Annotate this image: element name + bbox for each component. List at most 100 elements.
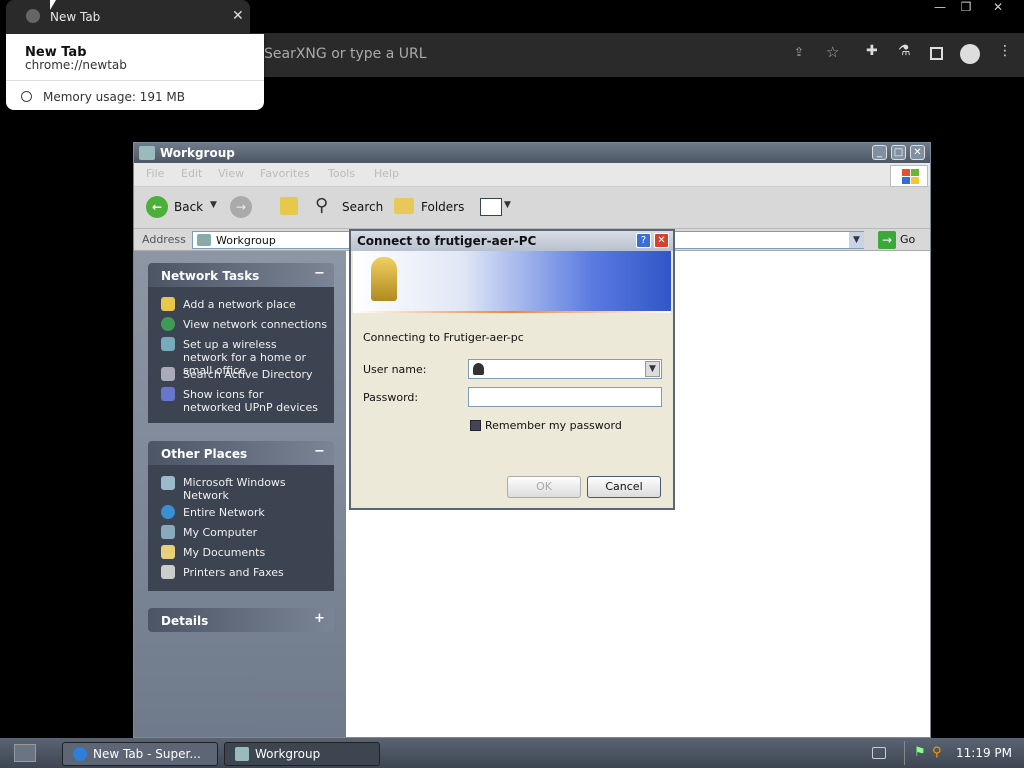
username-label: User name: [363, 363, 427, 376]
menu-bar: File Edit View Favorites Tools Help [134, 163, 930, 187]
taskbar-item-newtab[interactable]: New Tab - Super... [62, 742, 218, 766]
forward-arrow-icon[interactable]: → [230, 196, 252, 218]
password-label: Password: [363, 391, 419, 404]
address-dropdown-icon[interactable]: ▼ [849, 232, 864, 248]
network-icon [197, 234, 211, 246]
username-dropdown-icon[interactable]: ▼ [645, 361, 660, 377]
task-view-network-connections[interactable]: View network connections [183, 318, 327, 331]
menu-icon[interactable]: ⋮ [998, 43, 1012, 59]
folders-icon[interactable] [394, 198, 414, 214]
menu-help[interactable]: Help [374, 167, 399, 180]
window-title: Workgroup [160, 146, 235, 160]
search-icon[interactable]: ⚲ [315, 195, 328, 216]
task-pane: Network Tasks − Add a network place View… [134, 251, 346, 737]
task-show-upnp-icons[interactable]: Show icons for networked UPnP devices [183, 388, 323, 414]
connect-dialog: Connect to frutiger-aer-PC ? ✕ Connectin… [349, 229, 675, 510]
windows-logo-icon [890, 165, 928, 187]
folders-button[interactable]: Folders [421, 200, 464, 214]
expand-icon[interactable]: + [314, 611, 325, 626]
close-button[interactable]: ✕ [984, 0, 1012, 18]
directory-search-icon [161, 367, 175, 381]
windows-network-icon [161, 476, 175, 490]
menu-tools[interactable]: Tools [328, 167, 355, 180]
taskbar-item-workgroup[interactable]: Workgroup [224, 742, 380, 766]
wireless-icon [161, 337, 175, 351]
network-tasks-title: Network Tasks [161, 269, 260, 283]
divider [353, 311, 671, 313]
password-field[interactable] [468, 387, 662, 407]
collapse-icon[interactable]: − [314, 266, 325, 281]
printer-icon [161, 565, 175, 579]
extensions-icon[interactable]: ✚ [866, 43, 878, 59]
profile-icon[interactable] [960, 44, 980, 64]
place-my-documents[interactable]: My Documents [183, 546, 265, 559]
minimize-button[interactable]: — [926, 0, 954, 18]
network-tasks-body: Add a network place View network connect… [148, 287, 334, 423]
omnibox-placeholder[interactable]: SearXNG or type a URL [264, 46, 427, 62]
my-documents-icon [161, 545, 175, 559]
other-places-title: Other Places [161, 447, 248, 461]
restore-button[interactable]: ❐ [952, 0, 980, 18]
place-my-computer[interactable]: My Computer [183, 526, 257, 539]
clock: 11:19 PM [956, 746, 1012, 760]
divider [6, 80, 264, 81]
tab-hover-card: New Tab chrome://newtab Memory usage: 19… [6, 34, 264, 110]
ok-button[interactable]: OK [507, 476, 581, 498]
start-button[interactable] [14, 744, 36, 762]
search-button[interactable]: Search [342, 200, 383, 214]
views-icon[interactable] [480, 198, 502, 216]
network-icon [235, 747, 249, 761]
menu-file[interactable]: File [146, 167, 164, 180]
collapse-icon[interactable]: − [314, 444, 325, 459]
tab-close-icon[interactable]: ✕ [232, 8, 244, 24]
maximize-button[interactable]: □ [891, 145, 906, 160]
other-places-header[interactable]: Other Places − [148, 441, 334, 465]
add-network-place-icon [161, 297, 175, 311]
details-header[interactable]: Details + [148, 608, 334, 632]
my-computer-icon [161, 525, 175, 539]
place-printers-and-faxes[interactable]: Printers and Faxes [183, 566, 284, 579]
tab-title: New Tab [50, 10, 101, 24]
views-dropdown-icon[interactable]: ▼ [504, 200, 511, 210]
remember-checkbox[interactable] [470, 420, 481, 431]
window-titlebar[interactable]: Workgroup _ □ ✕ [134, 143, 930, 163]
menu-edit[interactable]: Edit [181, 167, 202, 180]
cursor-icon [50, 0, 56, 10]
browser-tab[interactable]: New Tab ✕ [6, 0, 250, 34]
task-add-network-place[interactable]: Add a network place [183, 298, 296, 311]
upnp-icon [161, 387, 175, 401]
place-microsoft-windows-network[interactable]: Microsoft Windows Network [183, 476, 323, 502]
place-entire-network[interactable]: Entire Network [183, 506, 265, 519]
network-status-icon[interactable]: ⚑ [914, 745, 926, 760]
close-button[interactable]: ✕ [910, 145, 925, 160]
up-folder-icon[interactable] [280, 197, 298, 215]
menu-view[interactable]: View [218, 167, 244, 180]
back-button[interactable]: Back [174, 200, 203, 214]
connecting-text: Connecting to Frutiger-aer-pc [363, 331, 524, 344]
side-panel-icon[interactable] [930, 47, 943, 60]
go-button[interactable]: Go [900, 233, 915, 246]
menu-favorites[interactable]: Favorites [260, 167, 310, 180]
dialog-title: Connect to frutiger-aer-PC [357, 234, 537, 248]
dialog-banner [353, 251, 671, 311]
task-search-active-directory[interactable]: Search Active Directory [183, 368, 313, 381]
taskbar-item-label: Workgroup [255, 747, 321, 761]
back-arrow-icon[interactable]: ← [146, 196, 168, 218]
back-dropdown-icon[interactable]: ▼ [210, 200, 217, 210]
network-tasks-header[interactable]: Network Tasks − [148, 263, 334, 287]
bookmark-star-icon[interactable]: ☆ [826, 43, 839, 61]
memory-usage: Memory usage: 191 MB [43, 90, 185, 104]
cancel-button[interactable]: Cancel [587, 476, 661, 498]
username-field[interactable]: ▼ [468, 359, 662, 379]
search-tray-icon[interactable]: ⚲ [932, 745, 942, 760]
keyboard-icon[interactable] [872, 747, 886, 759]
go-arrow-icon[interactable]: → [878, 231, 896, 249]
dialog-titlebar[interactable]: Connect to frutiger-aer-PC ? ✕ [351, 231, 673, 251]
labs-icon[interactable]: ⚗ [898, 43, 911, 59]
keys-icon [371, 257, 397, 301]
help-button[interactable]: ? [636, 233, 651, 248]
remember-label: Remember my password [485, 419, 622, 432]
minimize-button[interactable]: _ [872, 145, 887, 160]
share-icon[interactable]: ⇪ [794, 45, 804, 59]
dialog-close-button[interactable]: ✕ [654, 233, 669, 248]
